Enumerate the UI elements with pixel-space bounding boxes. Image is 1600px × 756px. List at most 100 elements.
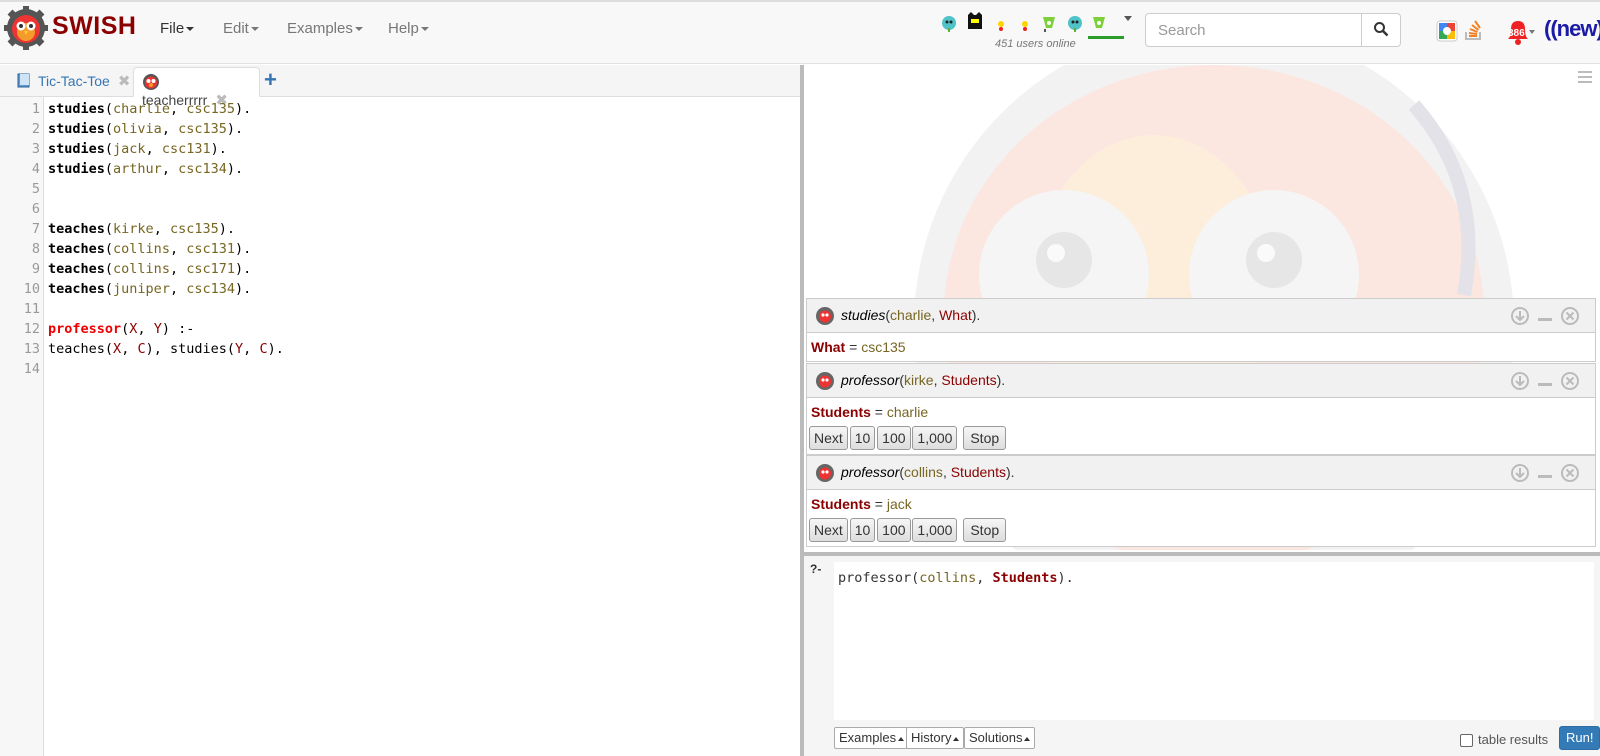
- variable: Y: [235, 341, 244, 357]
- next-100-button[interactable]: 100: [877, 518, 911, 542]
- close-icon[interactable]: [1560, 306, 1580, 326]
- code-line: 10 teaches(juniper, csc134).: [0, 279, 800, 299]
- line-number: 6: [31, 201, 40, 217]
- goal-predicate: studies: [169, 341, 227, 357]
- solutions-dropdown-label: Solutions: [969, 730, 1023, 745]
- atom: csc134: [186, 281, 235, 297]
- atom: olivia: [113, 121, 162, 137]
- next-button[interactable]: Next: [809, 518, 848, 542]
- minimize-icon[interactable]: [1535, 463, 1555, 483]
- answer-variable: Students: [811, 404, 871, 420]
- examples-dropdown[interactable]: Examples: [834, 727, 910, 749]
- menu-edit[interactable]: Edit: [223, 20, 259, 37]
- caret-up-icon: [953, 736, 960, 741]
- query-text: professor(kirke, Students).: [841, 372, 1006, 388]
- close-icon[interactable]: [1560, 463, 1580, 483]
- caret-up-icon: [1024, 736, 1031, 741]
- atom: collins: [113, 261, 170, 277]
- notification-count: 386: [1508, 28, 1525, 39]
- active-user-underline: [1088, 36, 1124, 39]
- add-tab-plus-icon[interactable]: +: [264, 67, 277, 93]
- query-result: professor(collins, Students). Students =…: [806, 455, 1596, 547]
- rule-head-predicate: professor: [48, 321, 122, 337]
- query-predicate: studies: [841, 307, 886, 323]
- query-predicate: professor: [841, 372, 900, 388]
- predicate-name: studies: [48, 101, 105, 117]
- line-number: 3: [31, 141, 40, 157]
- answer-buttons: Next 10 100 1,000 Stop: [807, 426, 1595, 454]
- new-badge[interactable]: ((new)): [1544, 16, 1600, 42]
- minimize-icon[interactable]: [1535, 306, 1555, 326]
- user-avatar-icon[interactable]: [1066, 14, 1084, 32]
- tab-teacherrrrr[interactable]: teacherrrrr ✖: [133, 67, 260, 109]
- program-editor-pane: Tic-Tac-Toe ✖ teacherrrrr ✖ + 1 studies(cha…: [0, 65, 800, 756]
- search-input[interactable]: [1145, 13, 1362, 47]
- close-icon[interactable]: [1560, 371, 1580, 391]
- google-icon[interactable]: [1436, 20, 1458, 42]
- answer-row: Students = jack: [811, 496, 912, 512]
- query-predicate: professor: [841, 464, 900, 480]
- user-avatar-icon[interactable]: [1090, 14, 1108, 32]
- predicate-name: studies: [48, 161, 105, 177]
- menu-help[interactable]: Help: [388, 20, 429, 37]
- caret-down-icon[interactable]: [1124, 16, 1132, 22]
- user-avatar-icon[interactable]: [966, 12, 984, 30]
- table-results-checkbox[interactable]: [1460, 734, 1473, 747]
- caret-down-icon: [354, 27, 363, 32]
- stackoverflow-icon[interactable]: [1462, 18, 1486, 42]
- user-avatar-icon[interactable]: [992, 14, 1010, 32]
- run-button[interactable]: Run!: [1559, 726, 1600, 750]
- next-1000-button[interactable]: 1,000: [912, 426, 958, 450]
- query-editor[interactable]: professor(collins, Students).: [834, 562, 1594, 720]
- atom: csc134: [178, 161, 227, 177]
- code-editor[interactable]: 1 studies(charlie, csc135). 2 studies(oliv…: [0, 97, 800, 756]
- menu-examples[interactable]: Examples: [287, 20, 363, 37]
- next-10-button[interactable]: 10: [849, 426, 876, 450]
- caret-up-icon: [898, 736, 905, 741]
- query-result: studies(charlie, What). What = csc135: [806, 298, 1596, 362]
- download-icon[interactable]: [1510, 463, 1530, 483]
- query-variable: Students: [941, 372, 997, 388]
- menu-file[interactable]: File: [160, 20, 195, 37]
- answer-value: charlie: [886, 404, 929, 420]
- history-dropdown[interactable]: History: [906, 727, 965, 749]
- minimize-icon[interactable]: [1535, 371, 1555, 391]
- search-button[interactable]: [1361, 13, 1401, 47]
- predicate-name: teaches: [48, 281, 105, 297]
- atom: collins: [113, 241, 170, 257]
- swish-logo-icon[interactable]: [4, 6, 48, 50]
- caret-down-icon: [420, 27, 429, 32]
- tab-tic-tac-toe[interactable]: Tic-Tac-Toe ✖: [8, 67, 138, 97]
- book-icon: [17, 73, 30, 88]
- stop-button[interactable]: Stop: [963, 426, 1007, 450]
- query-prompt: ?-: [810, 562, 822, 576]
- stop-button[interactable]: Stop: [963, 518, 1007, 542]
- predicate-name: teaches: [48, 241, 105, 257]
- next-100-button[interactable]: 100: [877, 426, 911, 450]
- next-10-button[interactable]: 10: [849, 518, 876, 542]
- query-atom: kirke: [904, 372, 934, 388]
- solutions-dropdown[interactable]: Solutions: [964, 727, 1036, 749]
- predicate-name: studies: [48, 141, 105, 157]
- code-line: 7 teaches(kirke, csc135).: [0, 219, 800, 239]
- next-1000-button[interactable]: 1,000: [912, 518, 958, 542]
- code-line: 3 studies(jack, csc131).: [0, 139, 800, 159]
- line-number: 5: [31, 181, 40, 197]
- query-variable: Students: [950, 464, 1006, 480]
- gear-icon: [816, 307, 834, 325]
- variable: C: [259, 341, 268, 357]
- user-avatar-icon[interactable]: [940, 14, 958, 32]
- user-avatar-icon[interactable]: [1016, 14, 1034, 32]
- line-number: 13: [23, 341, 40, 357]
- goal-predicate: teaches: [48, 341, 105, 357]
- answer-variable: What: [811, 339, 846, 355]
- line-number: 9: [31, 261, 40, 277]
- download-icon[interactable]: [1510, 371, 1530, 391]
- download-icon[interactable]: [1510, 306, 1530, 326]
- brand-title[interactable]: SWISH: [52, 12, 136, 41]
- next-button[interactable]: Next: [809, 426, 848, 450]
- code-line: 5: [0, 179, 800, 199]
- menu-hamburger-icon[interactable]: [1578, 70, 1592, 84]
- close-icon[interactable]: ✖: [118, 73, 131, 90]
- user-avatar-icon[interactable]: [1040, 14, 1058, 32]
